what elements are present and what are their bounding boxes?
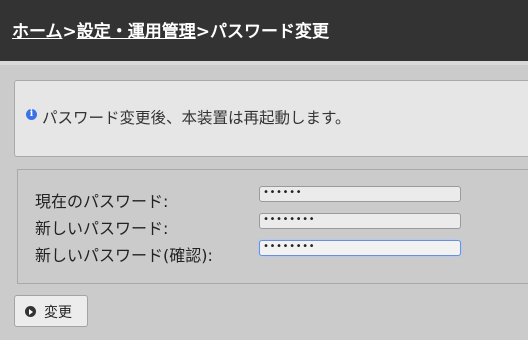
new-password-input[interactable]: •••••••• — [259, 213, 461, 229]
new-password-label: 新しいパスワード: — [35, 219, 169, 238]
confirm-password-input[interactable]: •••••••• — [259, 240, 461, 256]
current-password-input[interactable]: •••••• — [259, 186, 461, 202]
page-header: ホーム>設定・運用管理>パスワード変更 — [0, 0, 528, 61]
confirm-password-label: 新しいパスワード(確認): — [35, 246, 213, 265]
breadcrumb-separator: > — [195, 22, 210, 42]
header-divider — [0, 61, 528, 65]
password-form: 現在のパスワード: •••••• 新しいパスワード: •••••••• 新しいパ… — [17, 169, 528, 284]
breadcrumb: ホーム>設定・運用管理>パスワード変更 — [12, 17, 329, 42]
breadcrumb-settings-link[interactable]: 設定・運用管理 — [77, 22, 196, 42]
change-button-label: 変更 — [44, 305, 72, 321]
current-password-label: 現在のパスワード: — [35, 192, 169, 211]
play-circle-icon — [25, 306, 36, 317]
info-icon: i — [26, 109, 37, 120]
breadcrumb-home-link[interactable]: ホーム — [12, 22, 63, 42]
change-button[interactable]: 変更 — [14, 295, 88, 327]
breadcrumb-current: パスワード変更 — [210, 22, 329, 42]
breadcrumb-separator: > — [62, 22, 77, 42]
info-message: パスワード変更後、本装置は再起動します。 — [42, 109, 351, 127]
info-panel: i パスワード変更後、本装置は再起動します。 — [14, 80, 528, 157]
